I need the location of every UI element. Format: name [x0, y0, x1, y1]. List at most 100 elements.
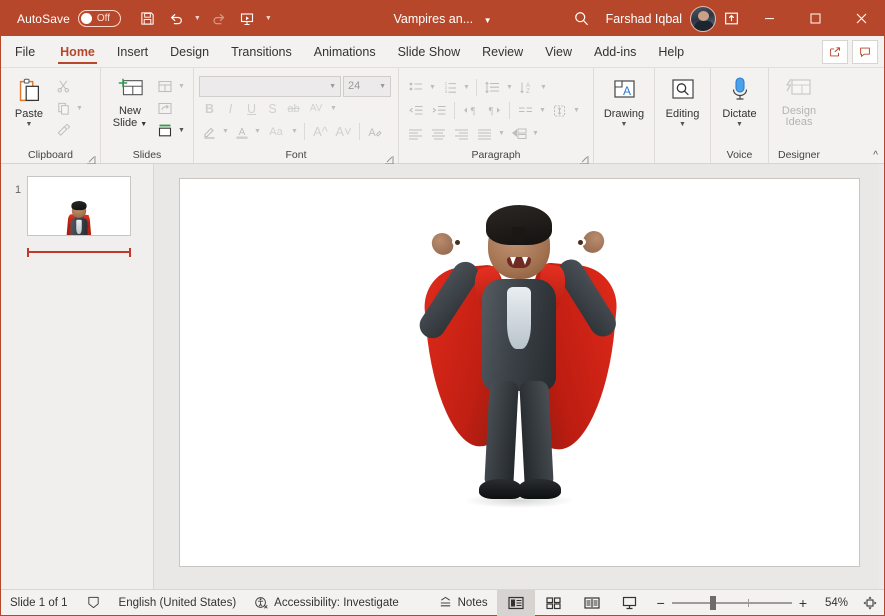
- vampire-character-image[interactable]: [414, 204, 621, 525]
- zoom-percent-label[interactable]: 54%: [814, 597, 848, 609]
- paragraph-dialog-launcher-icon[interactable]: [579, 152, 589, 165]
- text-direction-caret-icon[interactable]: ▼: [538, 84, 549, 91]
- avatar[interactable]: [690, 5, 716, 32]
- ltr-text-direction-icon[interactable]: ¶: [459, 100, 482, 122]
- italic-button[interactable]: I: [220, 98, 241, 120]
- minimize-button[interactable]: [746, 1, 792, 36]
- align-center-icon[interactable]: [427, 123, 450, 145]
- convert-to-smartart-icon[interactable]: [507, 123, 530, 145]
- slide-notes-icon[interactable]: [77, 590, 110, 616]
- align-text-caret-icon[interactable]: ▼: [571, 107, 582, 114]
- fit-slide-to-window-icon[interactable]: [856, 590, 884, 616]
- tab-add-ins[interactable]: Add-ins: [583, 36, 647, 67]
- reset-slide-icon[interactable]: [154, 98, 176, 119]
- zoom-slider-thumb[interactable]: [709, 595, 716, 610]
- zoom-in-button[interactable]: +: [799, 595, 807, 611]
- slide-sorter-view-button[interactable]: [535, 590, 573, 616]
- text-direction-icon[interactable]: AZ: [515, 77, 538, 99]
- save-icon[interactable]: [135, 6, 161, 32]
- format-painter-icon[interactable]: [52, 120, 74, 141]
- copy-icon[interactable]: [52, 98, 74, 119]
- font-name-input[interactable]: ▼: [199, 75, 341, 97]
- dictate-caret-icon[interactable]: ▼: [736, 121, 743, 129]
- columns-icon[interactable]: [514, 100, 537, 122]
- font-color-icon[interactable]: A: [231, 121, 252, 143]
- align-justify-icon[interactable]: [473, 123, 496, 145]
- font-size-caret-icon[interactable]: ▼: [379, 83, 386, 90]
- tab-animations[interactable]: Animations: [303, 36, 387, 67]
- drawing-button[interactable]: A Drawing ▼: [599, 73, 649, 129]
- slide-count[interactable]: Slide 1 of 1: [1, 590, 77, 616]
- comments-icon[interactable]: [852, 39, 878, 64]
- align-justify-caret-icon[interactable]: ▼: [496, 130, 507, 137]
- tab-review[interactable]: Review: [471, 36, 534, 67]
- document-title-caret-icon[interactable]: ▼: [484, 16, 492, 25]
- increase-font-size-button[interactable]: A^: [309, 121, 332, 143]
- font-size-input[interactable]: 24 ▼: [343, 75, 391, 97]
- drawing-caret-icon[interactable]: ▼: [621, 121, 628, 129]
- line-spacing-icon[interactable]: [481, 77, 504, 99]
- copy-caret-icon[interactable]: ▼: [74, 105, 85, 112]
- user-name[interactable]: Farshad Iqbal: [606, 12, 682, 26]
- clipboard-dialog-launcher-icon[interactable]: [86, 152, 96, 165]
- editing-button[interactable]: Editing ▼: [660, 73, 705, 129]
- undo-icon[interactable]: [163, 6, 189, 32]
- character-spacing-caret-icon[interactable]: ▼: [328, 105, 339, 112]
- close-button[interactable]: [838, 1, 884, 36]
- change-case-button[interactable]: Aa: [263, 121, 289, 143]
- customize-quick-access-icon[interactable]: ▼: [262, 6, 275, 32]
- increase-indent-icon[interactable]: [427, 100, 450, 122]
- document-title[interactable]: Vampires an...: [393, 12, 473, 26]
- bullets-caret-icon[interactable]: ▼: [427, 84, 438, 91]
- redo-icon[interactable]: [206, 6, 232, 32]
- zoom-out-button[interactable]: −: [657, 595, 665, 611]
- zoom-slider[interactable]: [671, 595, 792, 610]
- strikethrough-button[interactable]: ab: [283, 98, 304, 120]
- slide-show-view-button[interactable]: [611, 590, 649, 616]
- tab-insert[interactable]: Insert: [106, 36, 159, 67]
- tab-transitions[interactable]: Transitions: [220, 36, 303, 67]
- tab-help[interactable]: Help: [647, 36, 695, 67]
- new-slide-button[interactable]: New Slide ▼: [106, 73, 154, 131]
- line-spacing-caret-icon[interactable]: ▼: [504, 84, 515, 91]
- character-spacing-button[interactable]: AV: [304, 98, 328, 120]
- ribbon-display-options-icon[interactable]: [716, 1, 746, 36]
- design-ideas-button[interactable]: Design Ideas: [774, 73, 824, 128]
- clear-formatting-icon[interactable]: A: [364, 121, 385, 143]
- numbering-icon[interactable]: 123: [438, 77, 461, 99]
- highlight-caret-icon[interactable]: ▼: [220, 128, 231, 135]
- slide-layout-caret-icon[interactable]: ▼: [176, 83, 187, 90]
- rtl-text-direction-icon[interactable]: ¶: [482, 100, 505, 122]
- convert-to-smartart-caret-icon[interactable]: ▼: [530, 130, 541, 137]
- undo-dropdown-caret-icon[interactable]: ▼: [191, 6, 204, 32]
- paste-caret-icon[interactable]: ▼: [26, 121, 33, 129]
- search-icon[interactable]: [562, 1, 602, 36]
- font-name-caret-icon[interactable]: ▼: [329, 83, 336, 90]
- dictate-button[interactable]: Dictate ▼: [716, 73, 763, 129]
- decrease-font-size-button[interactable]: A˅: [332, 121, 355, 143]
- section-caret-icon[interactable]: ▼: [176, 127, 187, 134]
- bold-button[interactable]: B: [199, 98, 220, 120]
- align-right-icon[interactable]: [450, 123, 473, 145]
- normal-view-button[interactable]: [496, 589, 535, 616]
- font-color-caret-icon[interactable]: ▼: [252, 128, 263, 135]
- tab-file[interactable]: File: [1, 36, 49, 67]
- new-slide-caret-icon[interactable]: ▼: [140, 121, 147, 128]
- align-text-icon[interactable]: [548, 100, 571, 122]
- decrease-indent-icon[interactable]: [404, 100, 427, 122]
- vertical-scrollbar[interactable]: [879, 164, 884, 589]
- text-shadow-button[interactable]: S: [262, 98, 283, 120]
- slide-canvas[interactable]: [178, 178, 860, 567]
- numbering-caret-icon[interactable]: ▼: [461, 84, 472, 91]
- language-status[interactable]: English (United States): [110, 590, 246, 616]
- tab-design[interactable]: Design: [159, 36, 220, 67]
- underline-button[interactable]: U: [241, 98, 262, 120]
- maximize-button[interactable]: [792, 1, 838, 36]
- start-presentation-icon[interactable]: [234, 6, 260, 32]
- bullets-icon[interactable]: [404, 77, 427, 99]
- tab-home[interactable]: Home: [49, 36, 106, 67]
- notes-button[interactable]: Notes: [429, 590, 497, 616]
- tab-view[interactable]: View: [534, 36, 583, 67]
- collapse-ribbon-icon[interactable]: ^: [873, 150, 878, 161]
- text-highlight-color-icon[interactable]: [199, 121, 220, 143]
